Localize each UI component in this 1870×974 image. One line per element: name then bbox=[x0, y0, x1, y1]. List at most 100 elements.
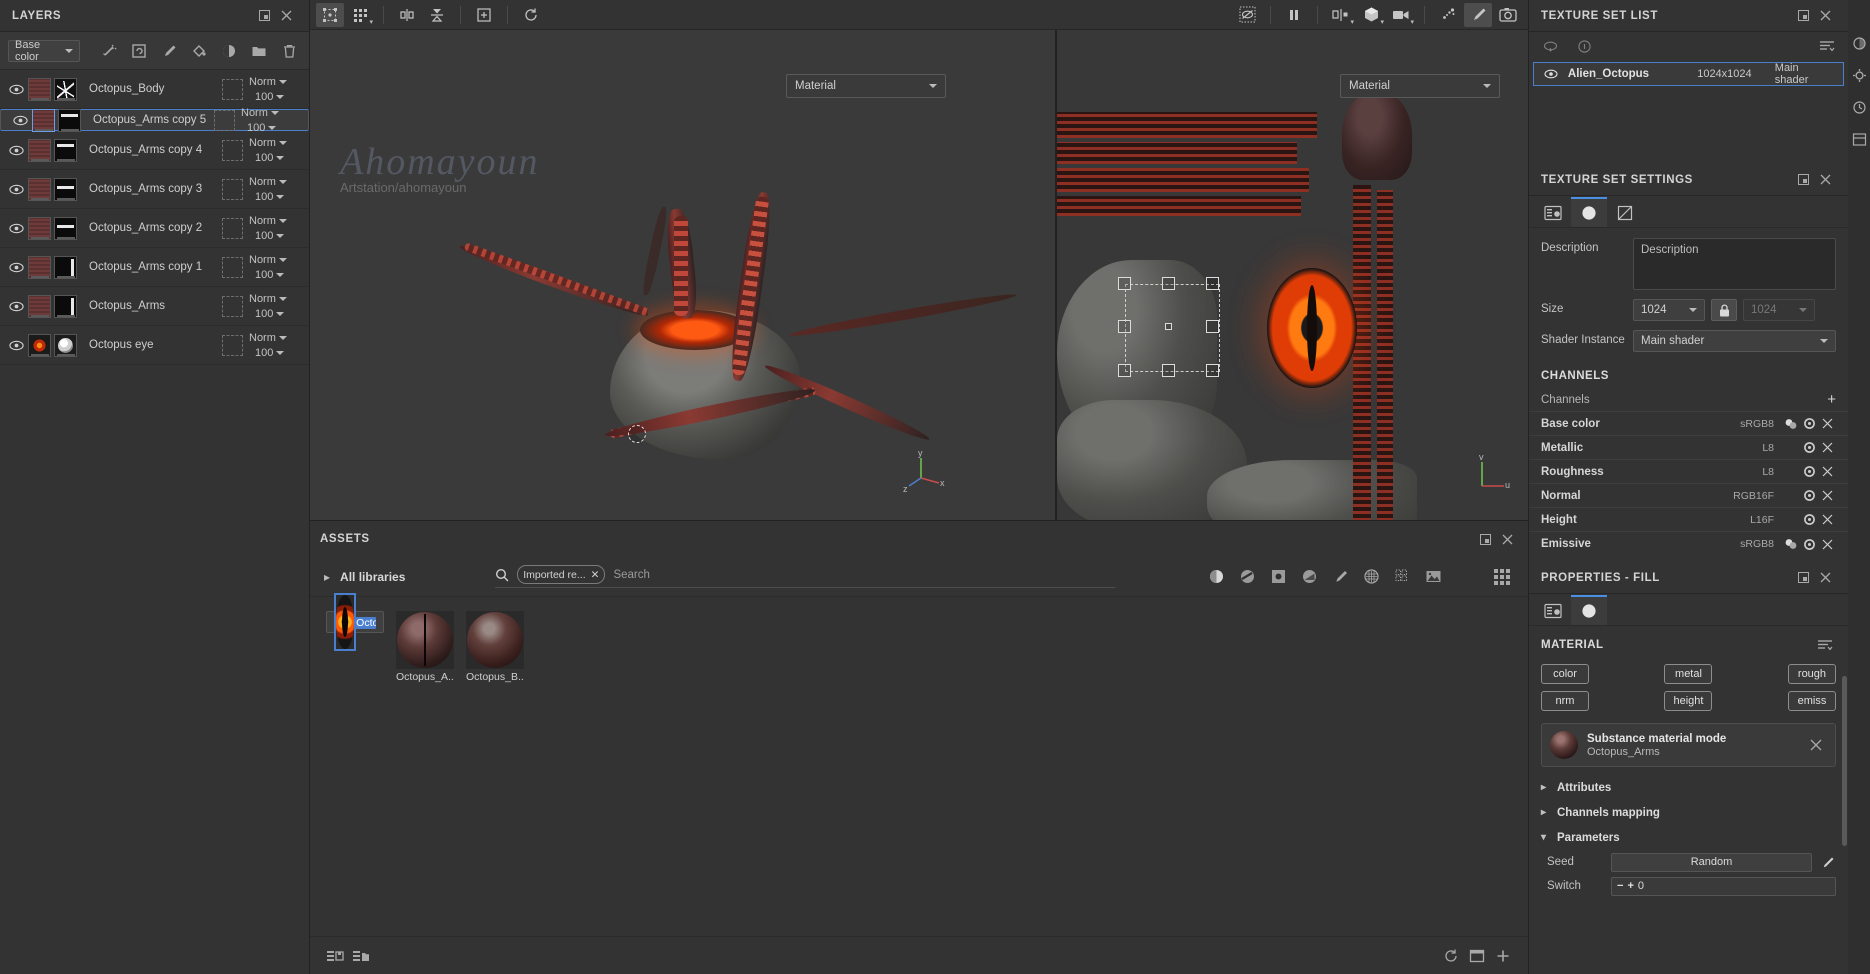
minus-icon[interactable]: − bbox=[1617, 880, 1623, 892]
asset-thumbnail[interactable] bbox=[466, 611, 524, 669]
layer-thumbnails[interactable] bbox=[28, 177, 77, 201]
alpha-square-icon[interactable] bbox=[1267, 566, 1289, 588]
channel-settings-icon[interactable] bbox=[1800, 513, 1818, 526]
layer-opacity[interactable]: 100 bbox=[249, 269, 285, 281]
layer-mask-placeholder[interactable] bbox=[222, 295, 243, 317]
channel-chip-rough[interactable]: rough bbox=[1787, 664, 1836, 684]
grid-dots-icon[interactable]: ▾ bbox=[346, 3, 374, 27]
section-parameters[interactable]: ▾ Parameters bbox=[1529, 825, 1848, 850]
layer-row[interactable]: Octopus_Arms copy 2 Norm 100 bbox=[0, 209, 309, 248]
layer-opacity[interactable]: 100 bbox=[249, 191, 285, 203]
channel-chip-emiss[interactable]: emiss bbox=[1787, 691, 1836, 711]
asset-item[interactable]: Octopus_B... bbox=[466, 611, 524, 683]
layer-visibility-icon[interactable] bbox=[4, 262, 28, 273]
undock-icon[interactable] bbox=[1474, 528, 1496, 550]
gizmo-handle[interactable] bbox=[1118, 277, 1131, 290]
grid-pattern-icon[interactable] bbox=[1391, 566, 1413, 588]
layer-thumbnails[interactable] bbox=[28, 333, 77, 357]
screenshot-icon[interactable] bbox=[1494, 3, 1522, 27]
material-dropdown-3d[interactable]: Material bbox=[786, 74, 946, 98]
close-icon[interactable] bbox=[1814, 5, 1836, 27]
transform-gizmo[interactable] bbox=[628, 425, 646, 443]
layers-rail-icon[interactable] bbox=[1850, 34, 1868, 52]
layer-mask-thumbnail[interactable] bbox=[54, 216, 77, 240]
channel-settings-icon[interactable] bbox=[1800, 538, 1818, 551]
layer-blend-mode[interactable]: Norm bbox=[249, 137, 287, 149]
layer-row[interactable]: Octopus_Arms Norm 100 bbox=[0, 287, 309, 326]
plus-icon[interactable]: + bbox=[1627, 880, 1633, 892]
material-sphere-icon[interactable] bbox=[1205, 566, 1227, 588]
sphere-material-icon[interactable] bbox=[217, 39, 241, 63]
chevron-right-icon[interactable]: ▸ bbox=[324, 570, 330, 584]
asset-item[interactable]: Octopus_A... bbox=[396, 611, 454, 683]
library-label[interactable]: All libraries bbox=[340, 570, 405, 584]
layer-row[interactable]: Octopus eye Norm 100 bbox=[0, 326, 309, 365]
layer-blend-mode[interactable]: Norm bbox=[241, 107, 279, 119]
folder-add-icon[interactable] bbox=[348, 944, 374, 968]
trash-icon[interactable] bbox=[277, 39, 301, 63]
section-attributes[interactable]: ▸ Attributes bbox=[1529, 775, 1848, 800]
texture-set-row[interactable]: Alien_Octopus 1024x1024 Main shader bbox=[1533, 62, 1844, 86]
gizmo-center-handle[interactable] bbox=[1165, 323, 1172, 330]
new-window-icon[interactable] bbox=[1464, 944, 1490, 968]
layer-thumbnails[interactable] bbox=[28, 138, 77, 162]
layer-opacity[interactable]: 100 bbox=[249, 347, 285, 359]
layer-content-thumbnail[interactable] bbox=[28, 77, 51, 101]
display-rail-icon[interactable] bbox=[1850, 66, 1868, 84]
smart-mask-icon[interactable] bbox=[1298, 566, 1320, 588]
layer-blend-mode[interactable]: Norm bbox=[249, 254, 287, 266]
channel-row[interactable]: Metallic L8 bbox=[1529, 436, 1848, 460]
gizmo-handle[interactable] bbox=[1118, 364, 1131, 377]
layer-mask-placeholder[interactable] bbox=[214, 109, 235, 131]
layer-content-thumbnail[interactable] bbox=[28, 138, 51, 162]
layer-mask-thumbnail[interactable] bbox=[58, 108, 81, 132]
cube-3d-icon[interactable]: ▾ bbox=[1357, 3, 1385, 27]
layer-thumbnails[interactable] bbox=[32, 108, 81, 132]
channel-settings-icon[interactable] bbox=[1800, 417, 1818, 430]
layer-thumbnails[interactable] bbox=[28, 216, 77, 240]
channel-row[interactable]: Height L16F bbox=[1529, 508, 1848, 532]
layer-content-thumbnail[interactable] bbox=[28, 333, 51, 357]
undock-icon[interactable] bbox=[253, 5, 275, 27]
undock-icon[interactable] bbox=[1792, 169, 1814, 191]
layer-mask-thumbnail[interactable] bbox=[54, 77, 77, 101]
brush-icon[interactable] bbox=[1329, 566, 1351, 588]
layer-opacity[interactable]: 100 bbox=[249, 308, 285, 320]
close-icon[interactable] bbox=[1496, 528, 1518, 550]
layer-opacity[interactable]: 100 bbox=[249, 91, 285, 103]
particles-icon[interactable] bbox=[1434, 3, 1462, 27]
camera-view-icon[interactable]: ▾ bbox=[1387, 3, 1415, 27]
tab-settings-sliders[interactable] bbox=[1535, 595, 1571, 625]
layer-thumbnails[interactable] bbox=[28, 77, 77, 101]
layer-row[interactable]: Octopus_Arms copy 5 Norm 100 bbox=[0, 107, 309, 134]
brush-icon[interactable] bbox=[1464, 2, 1492, 27]
mirror-icon[interactable] bbox=[393, 3, 421, 27]
color-space-icon[interactable] bbox=[1782, 418, 1800, 430]
shelf-rail-icon[interactable] bbox=[1850, 130, 1868, 148]
pause-icon[interactable] bbox=[1280, 3, 1308, 27]
edit-pencil-icon[interactable] bbox=[1820, 856, 1836, 869]
layer-mask-placeholder[interactable] bbox=[222, 178, 243, 200]
material-dropdown-2d[interactable]: Material bbox=[1340, 74, 1500, 98]
folder-icon[interactable] bbox=[247, 39, 271, 63]
remove-channel-icon[interactable] bbox=[1818, 418, 1836, 429]
info-icon[interactable] bbox=[1573, 35, 1595, 57]
channel-row[interactable]: Roughness L8 bbox=[1529, 460, 1848, 484]
layer-blend-mode[interactable]: Norm bbox=[249, 76, 287, 88]
lock-closed-icon[interactable] bbox=[1711, 299, 1737, 321]
remove-channel-icon[interactable] bbox=[1818, 490, 1836, 501]
layer-mask-thumbnail[interactable] bbox=[54, 177, 77, 201]
channel-settings-icon[interactable] bbox=[1800, 441, 1818, 454]
layer-blend-mode[interactable]: Norm bbox=[249, 332, 287, 344]
layer-content-thumbnail[interactable] bbox=[28, 255, 51, 279]
viewport-3d[interactable]: Material Ahomayoun Artstation/ahomayoun … bbox=[310, 30, 1055, 520]
smart-material-icon[interactable] bbox=[1236, 566, 1258, 588]
layer-visibility-icon[interactable] bbox=[4, 145, 28, 156]
layer-mask-placeholder[interactable] bbox=[222, 217, 243, 239]
layer-row[interactable]: Octopus_Arms copy 3 Norm 100 bbox=[0, 170, 309, 209]
layer-row[interactable]: Octopus_Arms copy 1 Norm 100 bbox=[0, 248, 309, 287]
undock-icon[interactable] bbox=[1792, 5, 1814, 27]
layer-visibility-icon[interactable] bbox=[4, 301, 28, 312]
material-resource-card[interactable]: Substance material mode Octopus_Arms bbox=[1541, 723, 1836, 767]
layer-content-thumbnail[interactable] bbox=[28, 294, 51, 318]
